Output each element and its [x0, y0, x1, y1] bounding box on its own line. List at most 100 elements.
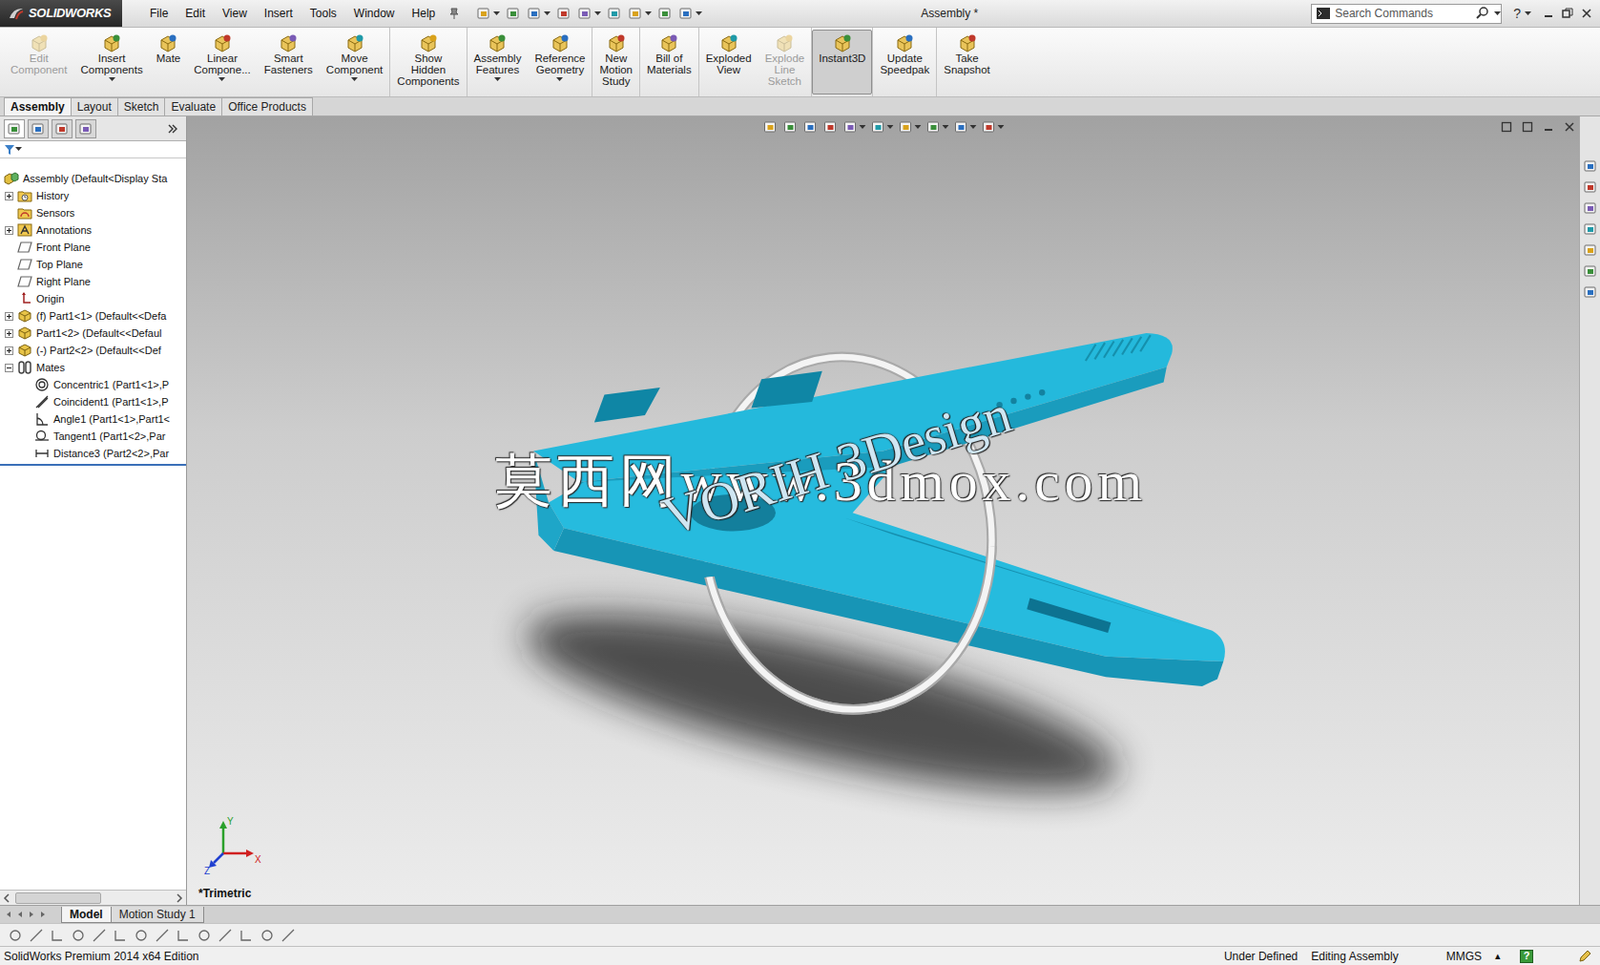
view-tool-icon[interactable]: [762, 119, 778, 135]
dropdown-icon[interactable]: [1494, 11, 1501, 17]
task-pane-icon[interactable]: [1582, 263, 1599, 279]
sketch-tool-icon[interactable]: [238, 927, 254, 943]
scroll-thumb[interactable]: [15, 892, 102, 904]
tab-nav-icon[interactable]: [26, 909, 37, 919]
viewport-control-icon[interactable]: [1521, 121, 1534, 133]
sketch-tool-icon[interactable]: [280, 927, 296, 943]
sketch-tool-icon[interactable]: [196, 927, 212, 943]
units[interactable]: MMGS: [1446, 947, 1482, 965]
panel-tab[interactable]: [3, 119, 25, 139]
sketch-tool-icon[interactable]: [133, 927, 149, 943]
tree-item[interactable]: Mates: [0, 358, 187, 376]
view-tool-icon[interactable]: [980, 119, 997, 135]
collapse-icon[interactable]: [4, 363, 14, 373]
menu-item[interactable]: File: [141, 4, 177, 22]
tree-item[interactable]: Front Plane: [0, 238, 187, 256]
toolbar-button[interactable]: ShowHiddenComponents: [390, 29, 466, 95]
restore-icon[interactable]: [1561, 7, 1574, 20]
view-tool-icon[interactable]: [870, 119, 886, 135]
sketch-tool-icon[interactable]: [112, 927, 128, 943]
quick-access-icon[interactable]: [657, 5, 673, 21]
expand-icon[interactable]: [4, 226, 14, 235]
view-tool-icon[interactable]: [802, 119, 818, 135]
dropdown-icon[interactable]: [941, 124, 949, 130]
tree-item[interactable]: Assembly (Default<Display Sta: [0, 169, 187, 188]
panel-tab-icon[interactable]: [78, 121, 94, 137]
command-tab[interactable]: Office Products: [221, 97, 313, 116]
dropdown-icon[interactable]: [997, 124, 1004, 130]
panel-tab-icon[interactable]: [30, 121, 46, 137]
tree-item[interactable]: Origin: [0, 290, 187, 308]
toolbar-button[interactable]: AssemblyFeatures: [467, 29, 529, 95]
dropdown-icon[interactable]: [556, 77, 563, 83]
quick-access-icon[interactable]: [556, 5, 572, 21]
tree-item[interactable]: Concentric1 (Part1<1>,P: [0, 375, 187, 394]
panel-tab[interactable]: [51, 119, 73, 139]
toolbar-button[interactable]: InsertComponents: [73, 29, 149, 95]
task-pane-icon[interactable]: [1582, 284, 1599, 300]
dropdown-icon[interactable]: [858, 124, 866, 130]
quick-access-icon[interactable]: [627, 5, 644, 21]
toolbar-button[interactable]: Instant3D: [811, 29, 873, 95]
quick-access-icon[interactable]: [505, 5, 521, 21]
menu-item[interactable]: Help: [403, 4, 445, 22]
pencil-icon[interactable]: [1577, 948, 1593, 964]
toolbar-button[interactable]: EditComponent: [3, 29, 74, 95]
sketch-tool-icon[interactable]: [28, 927, 44, 943]
bottom-tab[interactable]: Motion Study 1: [110, 906, 205, 923]
dropdown-icon[interactable]: [695, 11, 703, 17]
tree-item[interactable]: Part1<2> (Default<<Defaul: [0, 324, 187, 342]
task-pane-icon[interactable]: [1582, 242, 1599, 258]
expand-icon[interactable]: [4, 191, 14, 201]
dropdown-icon[interactable]: [594, 11, 602, 17]
toolbar-button[interactable]: TakeSnapshot: [936, 29, 998, 95]
close-icon[interactable]: [1580, 7, 1593, 20]
view-tool-icon[interactable]: [822, 119, 838, 135]
tree-item[interactable]: Angle1 (Part1<1>,Part1<: [0, 410, 187, 428]
quick-access-icon[interactable]: [606, 5, 623, 21]
dropdown-icon[interactable]: [351, 77, 358, 83]
expand-icon[interactable]: [4, 329, 14, 338]
toolbar-button[interactable]: ReferenceGeometry: [527, 29, 592, 95]
dropdown-icon[interactable]: [15, 146, 22, 152]
sketch-tool-icon[interactable]: [259, 927, 275, 943]
horizontal-scrollbar[interactable]: [0, 889, 187, 905]
quick-access-icon[interactable]: [678, 5, 694, 21]
sketch-tool-icon[interactable]: [217, 927, 233, 943]
task-pane-icon[interactable]: [1582, 179, 1599, 195]
dropdown-icon[interactable]: [543, 11, 551, 17]
expand-panel-icon[interactable]: [166, 123, 179, 135]
tree-item[interactable]: Top Plane: [0, 255, 187, 273]
graphics-area[interactable]: 莫西网www.3dmox.comVORIH 3DesignYXZ*Trimetr…: [187, 116, 1580, 905]
tree-item[interactable]: Coincident1 (Part1<1>,P: [0, 393, 187, 411]
toolbar-button[interactable]: ExplodedView: [699, 29, 759, 95]
view-tool-icon[interactable]: [782, 119, 798, 135]
quick-access-icon[interactable]: [476, 5, 492, 21]
pin-icon[interactable]: [447, 6, 461, 21]
sketch-tool-icon[interactable]: [49, 927, 65, 943]
dropdown-icon[interactable]: [644, 11, 652, 17]
command-tab[interactable]: Assembly: [3, 97, 72, 116]
tree-item[interactable]: Right Plane: [0, 272, 187, 291]
view-tool-icon[interactable]: [953, 119, 969, 135]
sketch-tool-icon[interactable]: [7, 927, 23, 943]
task-pane-icon[interactable]: [1582, 158, 1599, 174]
menu-item[interactable]: Insert: [255, 4, 302, 22]
panel-tab[interactable]: [27, 119, 49, 139]
toolbar-button[interactable]: Bill ofMaterials: [640, 29, 699, 95]
help-button[interactable]: ?: [1509, 3, 1525, 24]
view-tool-icon[interactable]: [897, 119, 914, 135]
menu-item[interactable]: Window: [345, 4, 404, 22]
panel-tab-icon[interactable]: [54, 121, 70, 137]
command-tab[interactable]: Evaluate: [164, 97, 223, 116]
dropdown-icon[interactable]: [969, 124, 977, 130]
command-tab[interactable]: Layout: [70, 97, 119, 116]
viewport-control-icon[interactable]: [1542, 121, 1555, 133]
menu-item[interactable]: Tools: [301, 4, 346, 22]
sketch-tool-icon[interactable]: [175, 927, 191, 943]
search-input[interactable]: [1334, 4, 1472, 22]
toolbar-button[interactable]: UpdateSpeedpak: [872, 29, 936, 95]
tree-item[interactable]: (f) Part1<1> (Default<<Defa: [0, 307, 187, 325]
toolbar-button[interactable]: MoveComponent: [319, 29, 390, 95]
sketch-tool-icon[interactable]: [154, 927, 170, 943]
